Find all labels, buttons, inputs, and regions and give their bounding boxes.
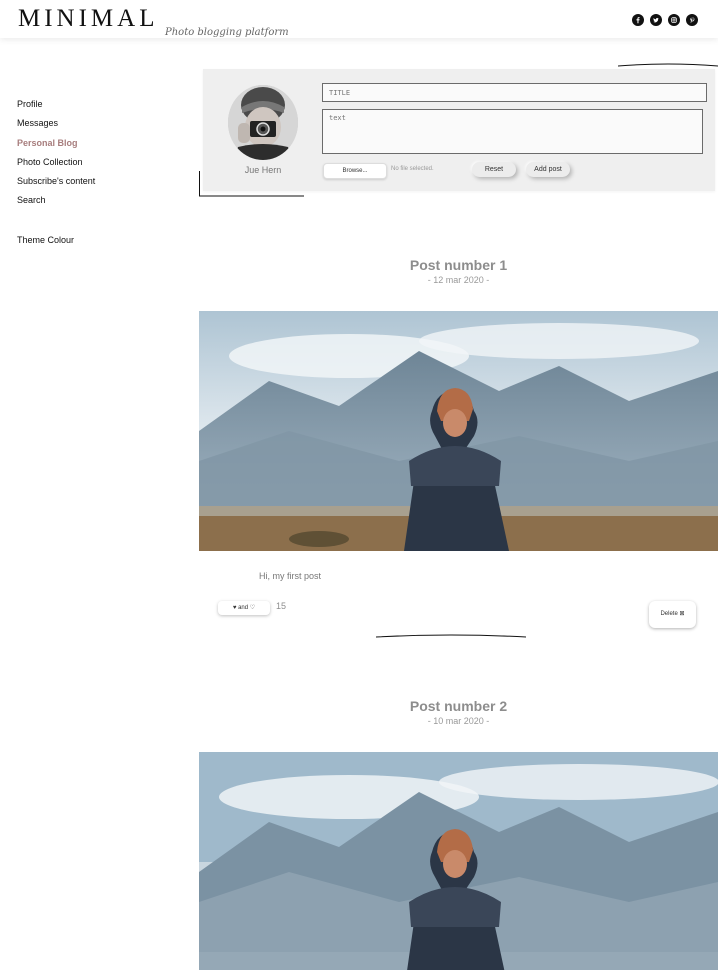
like-count: 15 [276,601,287,611]
username: Jue Hern [244,165,282,175]
post-text: Hi, my first post [259,571,322,581]
browse-file-button[interactable]: Browse... [323,163,387,179]
post-date: - 10 mar 2020 - [427,716,490,726]
post-image[interactable] [199,311,718,551]
post-date: - 12 mar 2020 - [427,275,490,285]
post-title-input[interactable] [322,83,707,102]
facebook-icon[interactable] [632,14,644,26]
site-logo[interactable]: MINIMAL [18,5,159,33]
twitter-icon[interactable] [650,14,662,26]
social-links [632,14,698,26]
post-text-input[interactable] [322,109,703,154]
sidebar-item-search[interactable]: Search [17,194,177,213]
pinterest-icon[interactable] [686,14,698,26]
sidebar-item-profile[interactable]: Profile [17,98,177,117]
sidebar-nav: Profile Messages Personal Blog Photo Col… [17,98,177,253]
post-divider [376,634,526,638]
sidebar-item-subscribes-content[interactable]: Subscribe's content [17,175,177,194]
instagram-icon[interactable] [668,14,680,26]
post-image[interactable] [199,752,718,970]
sidebar-item-personal-blog[interactable]: Personal Blog [17,137,177,156]
post-title: Post number 1 [409,257,508,273]
post-title: Post number 2 [409,698,508,714]
decorative-arc-top [618,63,718,67]
reset-button[interactable]: Reset [472,162,516,177]
avatar[interactable] [228,85,298,160]
like-button[interactable]: ♥ and ♡ [218,601,270,615]
site-header: MINIMAL Photo blogging platform [0,0,718,38]
sidebar-item-theme-colour[interactable]: Theme Colour [17,234,177,253]
site-tagline: Photo blogging platform [165,27,289,38]
add-post-button[interactable]: Add post [526,162,570,177]
delete-post-button[interactable]: Delete ⊠ [649,601,696,628]
sidebar-item-photo-collection[interactable]: Photo Collection [17,156,177,175]
file-status: No file selected. [391,166,434,172]
new-post-composer: Jue Hern Browse... No file selected. Res… [203,69,715,191]
sidebar-item-messages[interactable]: Messages [17,117,177,136]
